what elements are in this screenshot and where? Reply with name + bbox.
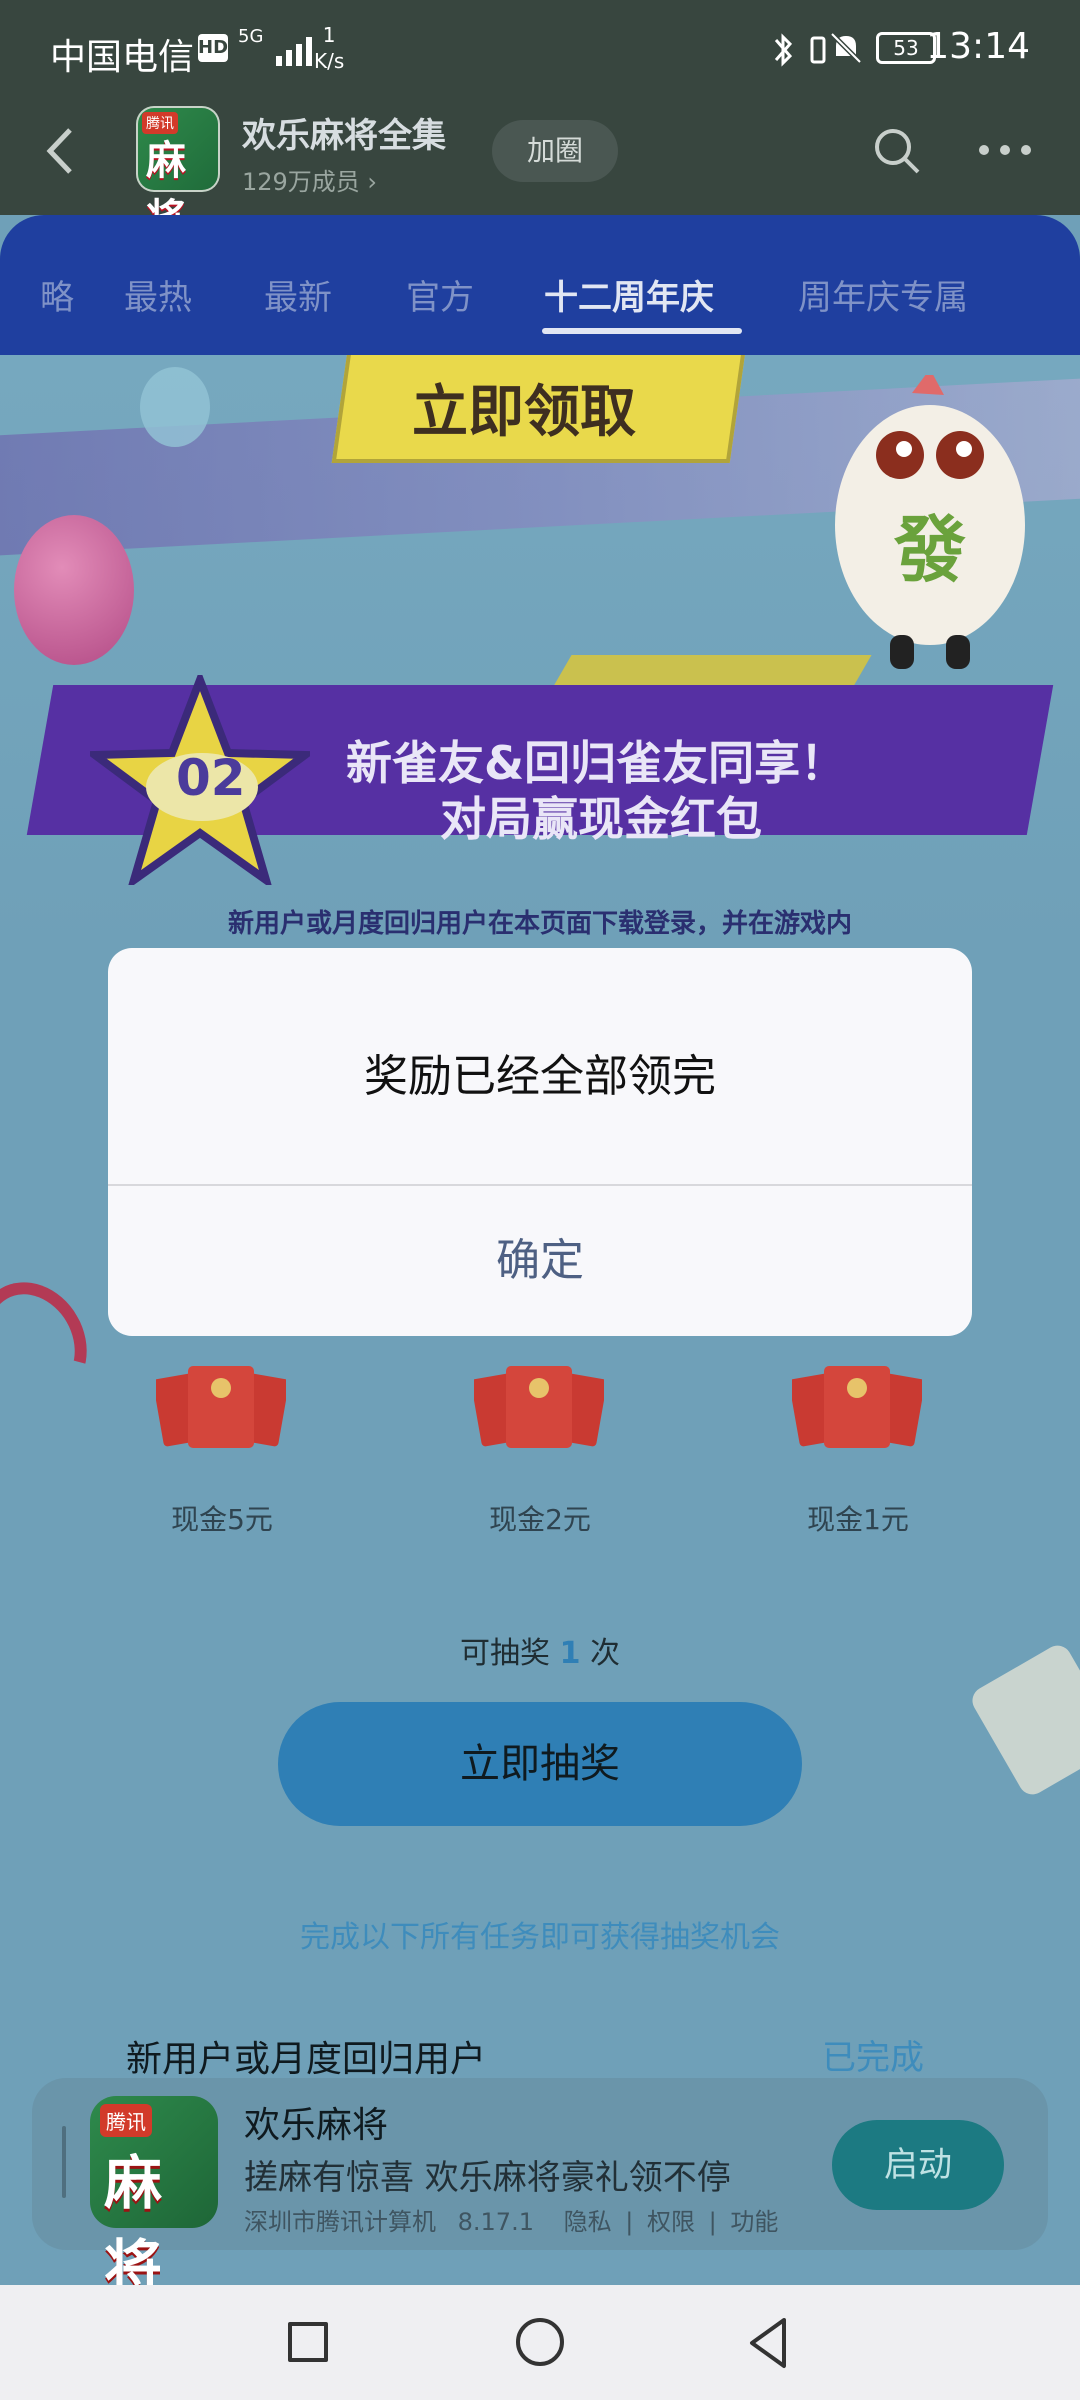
task-title: 新用户或月度回归用户 <box>126 2039 487 2080</box>
carrier-name: 中国电信 <box>50 37 195 78</box>
features-link[interactable]: 功能 <box>730 2208 778 2236</box>
draw-now-button[interactable]: 立即抽奖 <box>278 1702 802 1826</box>
home-button[interactable] <box>516 2318 564 2366</box>
launch-button[interactable]: 启动 <box>832 2120 1004 2210</box>
step-number: 02 <box>176 749 246 807</box>
balloon-blue <box>140 367 210 447</box>
page-title: 欢乐麻将全集 <box>242 116 446 156</box>
clock: 13:14 <box>926 26 1030 67</box>
member-count-link[interactable]: 129万成员 › <box>242 162 377 197</box>
red-packet-icon <box>474 1366 604 1448</box>
app-slogan: 搓麻有惊喜 欢乐麻将豪礼领不停 <box>244 2158 731 2198</box>
permissions-link[interactable]: 权限 <box>647 2208 695 2236</box>
tasks-hint: 完成以下所有任务即可获得抽奖机会 <box>300 1920 780 1955</box>
net-speed: 1 K/s <box>314 23 345 73</box>
mascot-tile-character: 發 <box>835 375 1025 669</box>
reward-label-2: 现金2元 <box>489 1503 591 1536</box>
mute-bell-icon <box>830 32 862 64</box>
hd-badge: HD <box>198 34 228 62</box>
red-packet-icon <box>156 1366 286 1448</box>
search-icon[interactable] <box>872 126 922 176</box>
network-type: 5G <box>238 26 264 47</box>
tab-official[interactable]: 官方 <box>406 270 474 319</box>
game-app-icon-tag: 腾讯 <box>100 2104 152 2137</box>
claim-now-label: 立即领取 <box>412 380 636 445</box>
bluetooth-icon <box>774 33 793 67</box>
game-app-icon-text: 麻将 <box>104 2149 163 2301</box>
card-divider <box>62 2126 66 2198</box>
balloon-pink <box>14 515 134 665</box>
recents-button[interactable] <box>288 2322 328 2362</box>
dialog-message: 奖励已经全部领完 <box>364 1051 716 1102</box>
tab-latest[interactable]: 最新 <box>264 270 332 319</box>
active-tab-indicator <box>542 328 742 334</box>
tab-bar: 略 最热 最新 官方 十二周年庆 周年庆专属 <box>0 215 1080 355</box>
banner-description: 新用户或月度回归用户在本页面下载登录，并在游戏内 <box>227 909 852 939</box>
reward-label-5: 现金5元 <box>171 1503 273 1536</box>
tab-partial[interactable]: 略 <box>40 270 74 319</box>
alert-dialog: 奖励已经全部领完 确定 <box>108 948 972 1336</box>
more-icon[interactable] <box>978 140 1032 160</box>
app-publisher: 深圳市腾讯计算机 <box>244 2208 436 2236</box>
confirm-button[interactable]: 确定 <box>108 1186 972 1336</box>
join-button[interactable]: 加圈 <box>492 120 618 182</box>
tab-hot[interactable]: 最热 <box>124 270 192 319</box>
status-bar: 中国电信 HD 5G 1 K/s 53 13:14 <box>0 0 1080 100</box>
nav-back-icon[interactable] <box>744 2316 794 2370</box>
privacy-link[interactable]: 隐私 <box>564 2208 612 2236</box>
red-packet-icon <box>792 1366 922 1448</box>
event-banner: 立即领取 發 02 新雀友&回归雀友同享！ 对局赢现金红包 新用户或月度回归用户… <box>0 355 1080 955</box>
back-arrow-icon[interactable] <box>42 126 78 176</box>
app-version: 8.17.1 <box>457 2208 534 2236</box>
headline-line-2: 对局赢现金红包 <box>440 792 762 846</box>
app-name: 欢乐麻将 <box>244 2105 389 2146</box>
game-app-icon[interactable]: 腾讯 麻将 <box>90 2096 218 2301</box>
draw-chances: 可抽奖 1 次 <box>460 1636 620 1671</box>
svg-text:發: 發 <box>893 508 966 592</box>
app-meta: 深圳市腾讯计算机 8.17.1 隐私 | 权限 | 功能 <box>244 2208 779 2236</box>
reward-label-1: 现金1元 <box>807 1503 909 1536</box>
tab-12th-anniversary[interactable]: 十二周年庆 <box>544 270 714 319</box>
tab-anniversary-exclusive[interactable]: 周年庆专属 <box>798 270 968 319</box>
task-status: 已完成 <box>822 2038 924 2078</box>
app-icon[interactable]: 腾讯 麻将 <box>136 106 220 242</box>
